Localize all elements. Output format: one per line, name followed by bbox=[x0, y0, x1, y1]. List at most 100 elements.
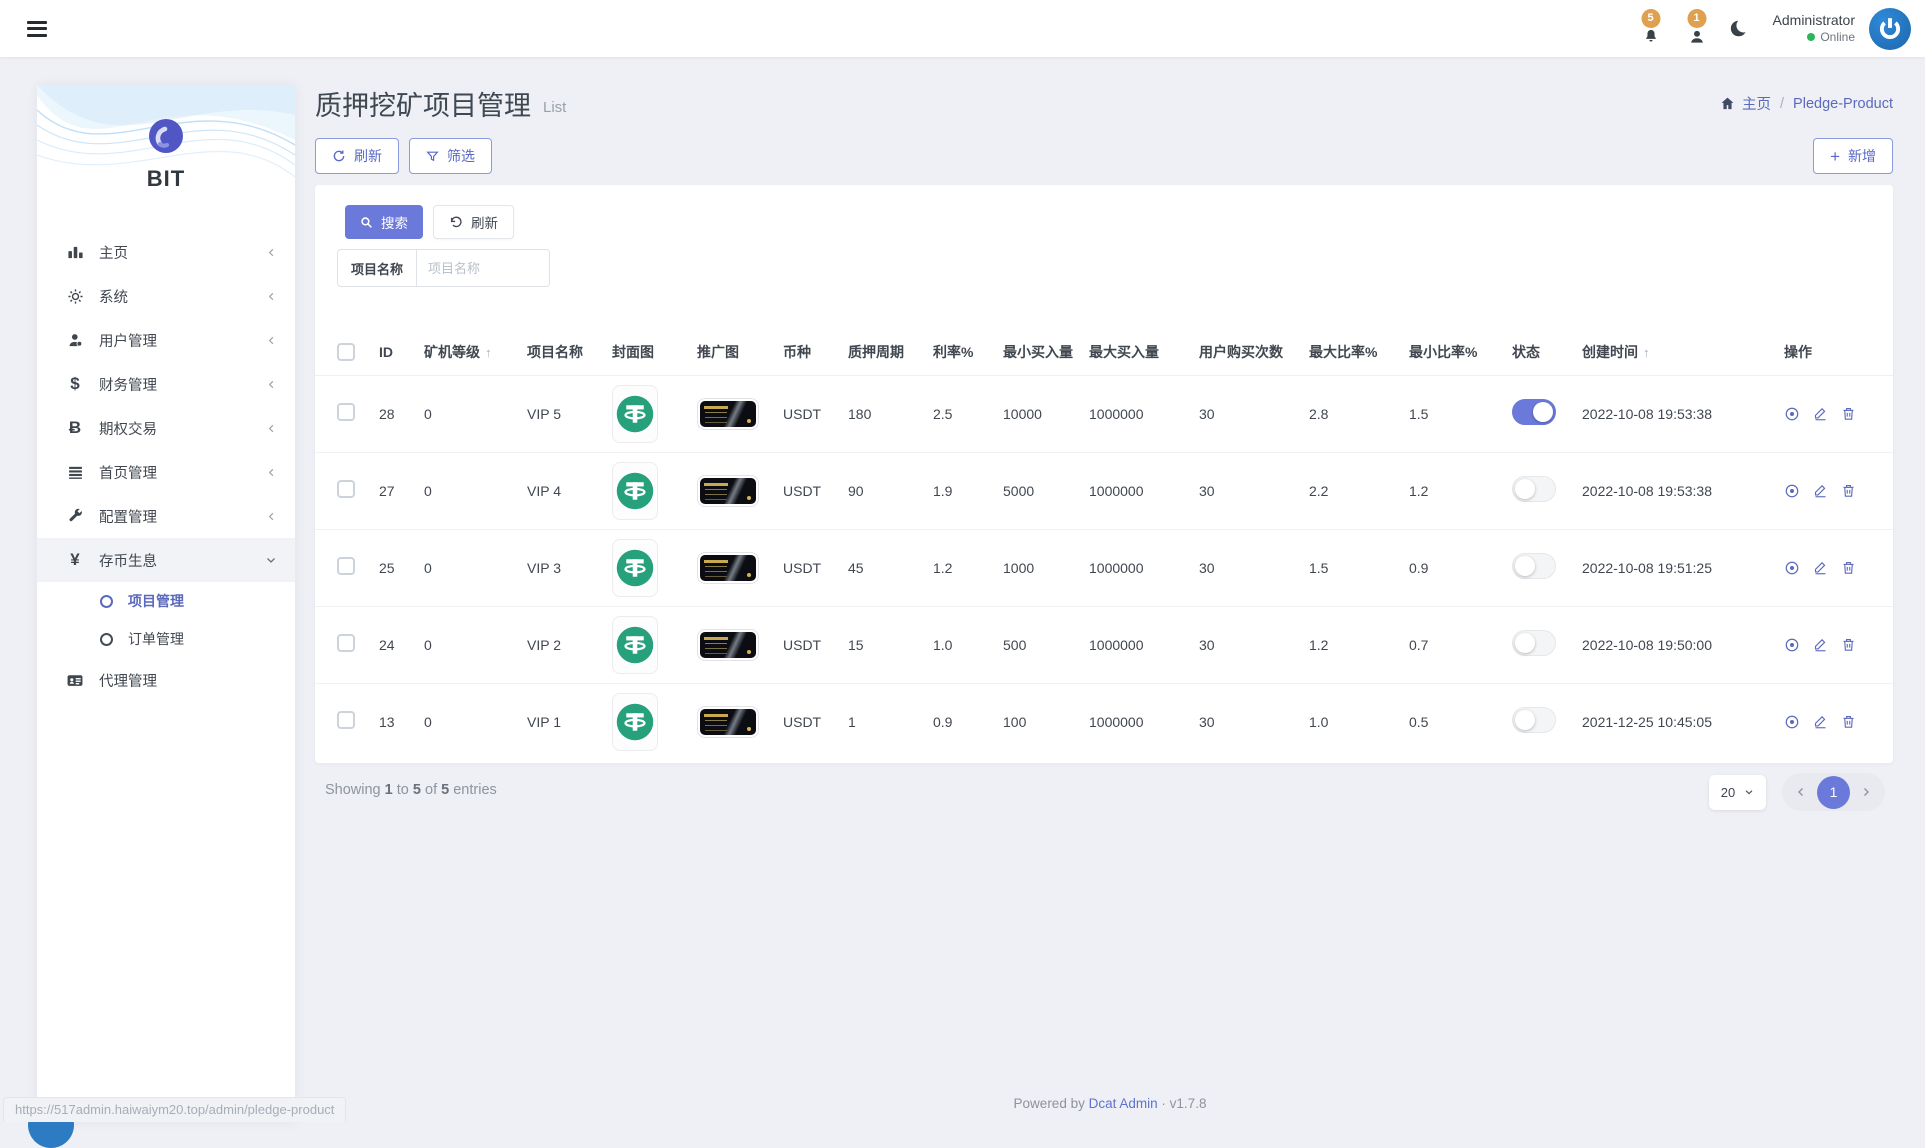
cover-image[interactable] bbox=[612, 539, 658, 597]
sidebar-item-label: 系统 bbox=[99, 286, 128, 307]
per-page-select[interactable]: 20 bbox=[1709, 775, 1766, 810]
table-row: 28 0 VIP 5 USDT 180 2.5 10000 1000000 30… bbox=[315, 375, 1893, 452]
row-checkbox[interactable] bbox=[337, 634, 355, 652]
view-icon[interactable] bbox=[1784, 483, 1800, 499]
col-header-coin: 币种 bbox=[775, 329, 840, 375]
delete-icon[interactable] bbox=[1841, 560, 1856, 575]
promo-image[interactable] bbox=[697, 629, 759, 661]
refresh-button[interactable]: 刷新 bbox=[315, 138, 399, 174]
edit-icon[interactable] bbox=[1813, 483, 1828, 498]
row-checkbox[interactable] bbox=[337, 403, 355, 421]
project-name-input[interactable] bbox=[417, 250, 549, 286]
edit-icon[interactable] bbox=[1813, 560, 1828, 575]
refresh-icon bbox=[332, 149, 346, 163]
sidebar-item-homepage-mgmt[interactable]: 首页管理 bbox=[37, 450, 295, 494]
dcat-admin-link[interactable]: Dcat Admin bbox=[1089, 1096, 1158, 1111]
sidebar-item-label: 财务管理 bbox=[99, 374, 157, 395]
user-menu[interactable]: Administrator Online bbox=[1773, 12, 1855, 45]
cover-image[interactable] bbox=[612, 616, 658, 674]
chevron-down-icon bbox=[265, 554, 277, 566]
status-toggle[interactable] bbox=[1512, 630, 1556, 656]
sidebar-item-label: 代理管理 bbox=[99, 670, 157, 691]
promo-image[interactable] bbox=[697, 552, 759, 584]
notifications-bell[interactable]: 5 bbox=[1635, 9, 1667, 49]
sidebar-item-staking[interactable]: ¥ 存币生息 bbox=[37, 538, 295, 582]
avatar[interactable] bbox=[1869, 8, 1911, 50]
status-toggle[interactable] bbox=[1512, 476, 1556, 502]
sidebar-item-system[interactable]: 系统 bbox=[37, 274, 295, 318]
view-icon[interactable] bbox=[1784, 560, 1800, 576]
status-toggle[interactable] bbox=[1512, 553, 1556, 579]
view-icon[interactable] bbox=[1784, 714, 1800, 730]
sidebar-subitem-label: 订单管理 bbox=[128, 629, 184, 649]
notification-count-badge: 5 bbox=[1641, 9, 1660, 28]
products-table: ID 矿机等级↑ 项目名称 封面图 推广图 币种 质押周期 利率% 最小买入量 … bbox=[315, 329, 1893, 760]
table-row: 27 0 VIP 4 USDT 90 1.9 5000 1000000 30 2… bbox=[315, 452, 1893, 529]
breadcrumb-separator: / bbox=[1778, 96, 1786, 112]
online-dot bbox=[1807, 33, 1815, 41]
promo-image[interactable] bbox=[697, 475, 759, 507]
cover-image[interactable] bbox=[612, 693, 658, 751]
sidebar-item-label: 主页 bbox=[99, 242, 128, 263]
chevron-right-icon bbox=[1860, 786, 1872, 798]
edit-icon[interactable] bbox=[1813, 714, 1828, 729]
sidebar-toggle-button[interactable] bbox=[27, 21, 47, 37]
yen-icon: ¥ bbox=[65, 550, 85, 570]
sidebar-item-agent-mgmt[interactable]: 代理管理 bbox=[37, 658, 295, 702]
entries-summary: Showing 1 to 5 of 5 entries bbox=[325, 782, 497, 798]
sidebar-subitem-order-mgmt[interactable]: 订单管理 bbox=[37, 620, 295, 658]
funnel-icon bbox=[426, 150, 439, 163]
delete-icon[interactable] bbox=[1841, 714, 1856, 729]
col-header-level[interactable]: 矿机等级↑ bbox=[416, 329, 519, 375]
sidebar-item-config[interactable]: 配置管理 bbox=[37, 494, 295, 538]
promo-image[interactable] bbox=[697, 706, 759, 738]
home-icon bbox=[1720, 96, 1735, 111]
select-all-checkbox[interactable] bbox=[337, 343, 355, 361]
sidebar-item-options-trading[interactable]: Ƀ 期权交易 bbox=[37, 406, 295, 450]
reset-filter-button[interactable]: 刷新 bbox=[433, 205, 514, 239]
sidebar-item-home[interactable]: 主页 bbox=[37, 230, 295, 274]
table-row: 24 0 VIP 2 USDT 15 1.0 500 1000000 30 1.… bbox=[315, 606, 1893, 683]
search-button[interactable]: 搜索 bbox=[345, 205, 423, 239]
circle-icon bbox=[100, 595, 113, 608]
breadcrumb-current[interactable]: Pledge-Product bbox=[1793, 96, 1893, 112]
page-subtitle: List bbox=[543, 99, 566, 116]
delete-icon[interactable] bbox=[1841, 483, 1856, 498]
sidebar-item-finance[interactable]: $ 财务管理 bbox=[37, 362, 295, 406]
breadcrumb-home[interactable]: 主页 bbox=[1742, 93, 1771, 114]
status-toggle[interactable] bbox=[1512, 399, 1556, 425]
dark-mode-toggle[interactable] bbox=[1727, 16, 1753, 42]
chevron-left-icon bbox=[266, 379, 277, 390]
col-header-created[interactable]: 创建时间↑ bbox=[1574, 329, 1776, 375]
logo[interactable]: BIT bbox=[37, 85, 295, 230]
sidebar-subitem-project-mgmt[interactable]: 项目管理 bbox=[37, 582, 295, 620]
chevron-left-icon bbox=[266, 511, 277, 522]
sidebar-item-label: 用户管理 bbox=[99, 330, 157, 351]
edit-icon[interactable] bbox=[1813, 406, 1828, 421]
sidebar-item-users[interactable]: 用户管理 bbox=[37, 318, 295, 362]
prev-page-button[interactable] bbox=[1787, 786, 1815, 798]
page-number-current[interactable]: 1 bbox=[1817, 776, 1850, 809]
cover-image[interactable] bbox=[612, 462, 658, 520]
sidebar-item-label: 存币生息 bbox=[99, 550, 157, 571]
row-checkbox[interactable] bbox=[337, 557, 355, 575]
cover-image[interactable] bbox=[612, 385, 658, 443]
row-checkbox[interactable] bbox=[337, 480, 355, 498]
filter-button[interactable]: 筛选 bbox=[409, 138, 492, 174]
user-notifications[interactable]: 1 bbox=[1681, 9, 1713, 49]
chevron-left-icon bbox=[266, 423, 277, 434]
edit-icon[interactable] bbox=[1813, 637, 1828, 652]
row-checkbox[interactable] bbox=[337, 711, 355, 729]
view-icon[interactable] bbox=[1784, 406, 1800, 422]
wrench-icon bbox=[65, 508, 85, 525]
promo-image[interactable] bbox=[697, 398, 759, 430]
grid-card: 搜索 刷新 项目名称 ID 矿机等级↑ 项目名称 封面图 推广图 bbox=[315, 185, 1893, 763]
next-page-button[interactable] bbox=[1852, 786, 1880, 798]
delete-icon[interactable] bbox=[1841, 406, 1856, 421]
logo-text: BIT bbox=[37, 166, 295, 192]
col-header-min-ratio: 最小比率% bbox=[1401, 329, 1504, 375]
view-icon[interactable] bbox=[1784, 637, 1800, 653]
create-button[interactable]: + 新增 bbox=[1813, 138, 1893, 174]
delete-icon[interactable] bbox=[1841, 637, 1856, 652]
status-toggle[interactable] bbox=[1512, 707, 1556, 733]
